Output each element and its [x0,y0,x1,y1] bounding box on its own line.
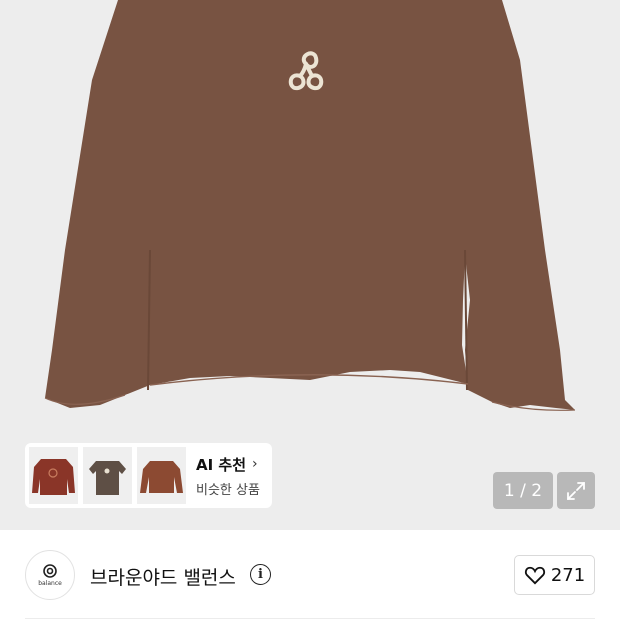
ai-recommend-title: AI 추천 [196,455,247,474]
recommend-thumb[interactable] [137,447,186,504]
like-count: 271 [550,564,586,586]
expand-button[interactable] [557,472,595,509]
like-button[interactable]: 271 [514,555,595,595]
ai-recommend-card[interactable]: AI 추천 › 비슷한 상품 [25,443,272,508]
brand-bar: balance 브라운야드 밸런스 i 271 [0,530,620,620]
ai-recommend-subtitle: 비슷한 상품 [196,482,260,498]
brand-logo[interactable]: balance [25,550,75,600]
recommend-thumb[interactable] [29,447,78,504]
divider [25,618,595,619]
balance-logo-icon [43,564,57,578]
product-image-gallery[interactable]: AI 추천 › 비슷한 상품 1 / 2 [0,0,620,530]
recommend-thumb[interactable] [83,447,132,504]
brand-name[interactable]: 브라운야드 밸런스 [90,563,236,590]
chevron-right-icon: › [252,456,258,472]
info-icon[interactable]: i [250,564,271,585]
image-pager: 1 / 2 [493,472,553,509]
expand-icon [567,481,585,500]
brand-logo-text: balance [38,580,62,587]
heart-icon [524,566,545,585]
